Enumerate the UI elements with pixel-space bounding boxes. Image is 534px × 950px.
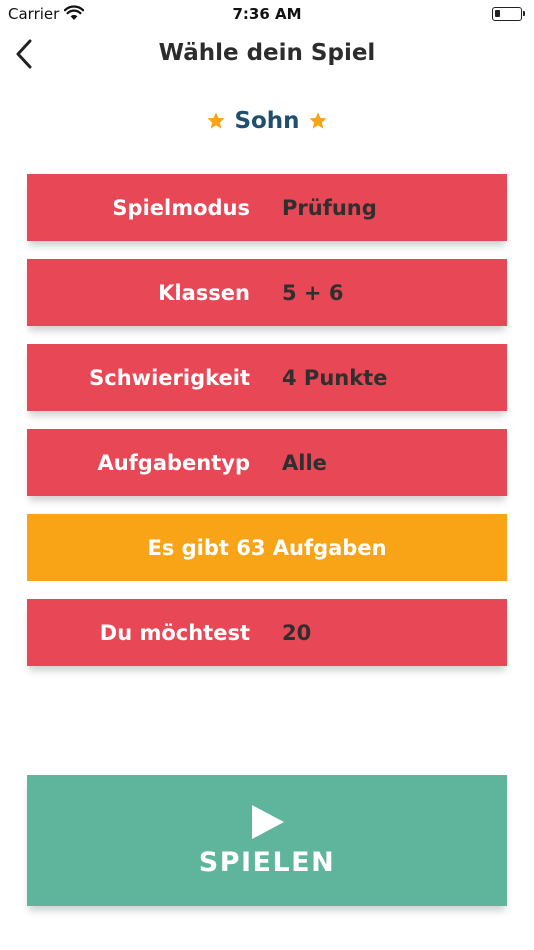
play-button[interactable]: SPIELEN [27, 775, 507, 906]
setting-label: Du möchtest [99, 620, 250, 645]
status-bar: Carrier 7:36 AM [0, 0, 534, 28]
star-icon [308, 112, 327, 129]
battery-icon [492, 7, 525, 21]
setting-row-spielmodus[interactable]: Spielmodus Prüfung [27, 174, 507, 241]
screen: Carrier 7:36 AM Wähle dein Spiel Sohn Sp… [0, 0, 534, 950]
setting-label: Klassen [158, 280, 250, 305]
setting-label: Spielmodus [112, 195, 250, 220]
setting-value: 20 [282, 620, 312, 645]
setting-row-klassen[interactable]: Klassen 5 + 6 [27, 259, 507, 326]
setting-label: Aufgabentyp [97, 450, 250, 475]
battery-level [495, 10, 500, 17]
play-label: SPIELEN [198, 847, 336, 878]
setting-row-aufgabentyp[interactable]: Aufgabentyp Alle [27, 429, 507, 496]
setting-row-anzahl[interactable]: Du möchtest 20 [27, 599, 507, 666]
setting-label: Schwierigkeit [89, 365, 250, 390]
status-time: 7:36 AM [232, 5, 302, 23]
star-icon [207, 112, 226, 129]
setting-value: Prüfung [282, 195, 377, 220]
profile-header: Sohn [0, 108, 534, 134]
setting-value: 5 + 6 [282, 280, 344, 305]
setting-row-schwierigkeit[interactable]: Schwierigkeit 4 Punkte [27, 344, 507, 411]
page-title: Wähle dein Spiel [158, 40, 376, 66]
setting-value: 4 Punkte [282, 365, 388, 390]
setting-value: Alle [282, 450, 327, 475]
profile-name: Sohn [234, 108, 300, 134]
play-icon [252, 805, 284, 839]
task-count-banner: Es gibt 63 Aufgaben [27, 514, 507, 581]
